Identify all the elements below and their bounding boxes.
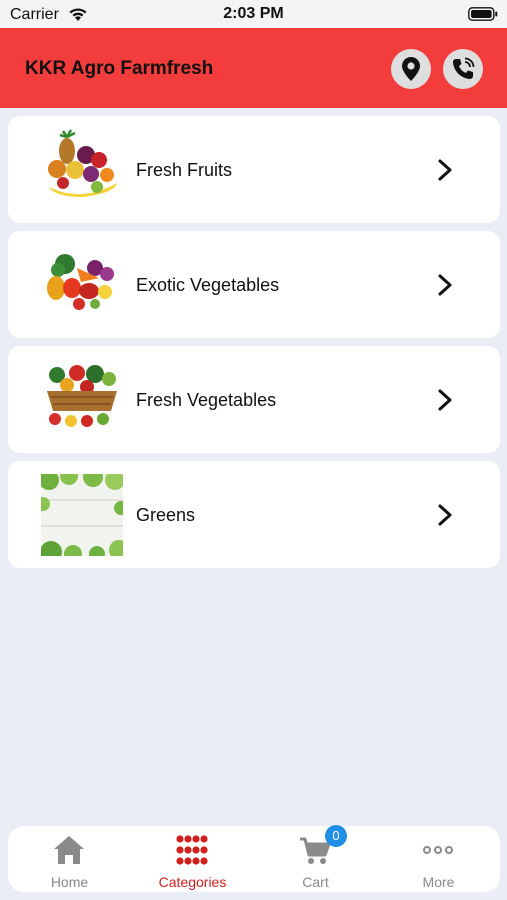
category-label: Fresh Fruits [136,160,233,180]
category-item-exotic-vegetables[interactable]: Exotic Vegetables [8,231,500,338]
grid-dots-icon [176,835,208,865]
call-button[interactable] [443,49,483,89]
category-label: Exotic Vegetables [136,275,280,295]
chevron-right-icon [438,504,452,526]
location-pin-icon [402,57,420,81]
app-header: KKR Agro Farmfresh [0,28,507,108]
chevron-right-icon [438,274,452,296]
tab-home-label: Home [50,874,89,890]
clock: 2:03 PM [223,5,284,22]
tab-home[interactable]: Home [8,826,131,892]
vegetable-basket-image [47,365,117,427]
tab-more-label: More [422,874,455,890]
category-label: Greens [136,505,196,525]
exotic-vegetables-image [47,254,114,310]
battery-icon [468,7,498,21]
cart-count-badge: 0 [325,825,347,847]
tab-cart[interactable]: Cart [254,826,377,892]
tab-more[interactable]: More [377,826,500,892]
fruits-image [48,129,117,197]
category-label: Fresh Vegetables [136,390,277,410]
home-icon [54,836,84,864]
chevron-right-icon [438,159,452,181]
category-item-greens[interactable]: Greens [8,461,500,568]
tab-categories-label: Categories [158,874,227,890]
category-list: Fresh Fruits Exotic Vegetables Fresh Veg… [8,116,500,576]
chevron-right-icon [438,389,452,411]
tab-cart-label: Cart [302,874,329,890]
status-bar: Carrier 2:03 PM [0,0,507,28]
category-item-fresh-fruits[interactable]: Fresh Fruits [8,116,500,223]
tab-categories[interactable]: Categories [131,826,254,892]
phone-call-icon [453,57,475,79]
location-button[interactable] [391,49,431,89]
bottom-nav: Home Categories Cart More 0 [8,825,500,892]
more-dots-icon [423,846,453,854]
category-item-fresh-vegetables[interactable]: Fresh Vegetables [8,346,500,453]
app-title: KKR Agro Farmfresh [25,58,214,79]
greens-image [41,474,123,556]
